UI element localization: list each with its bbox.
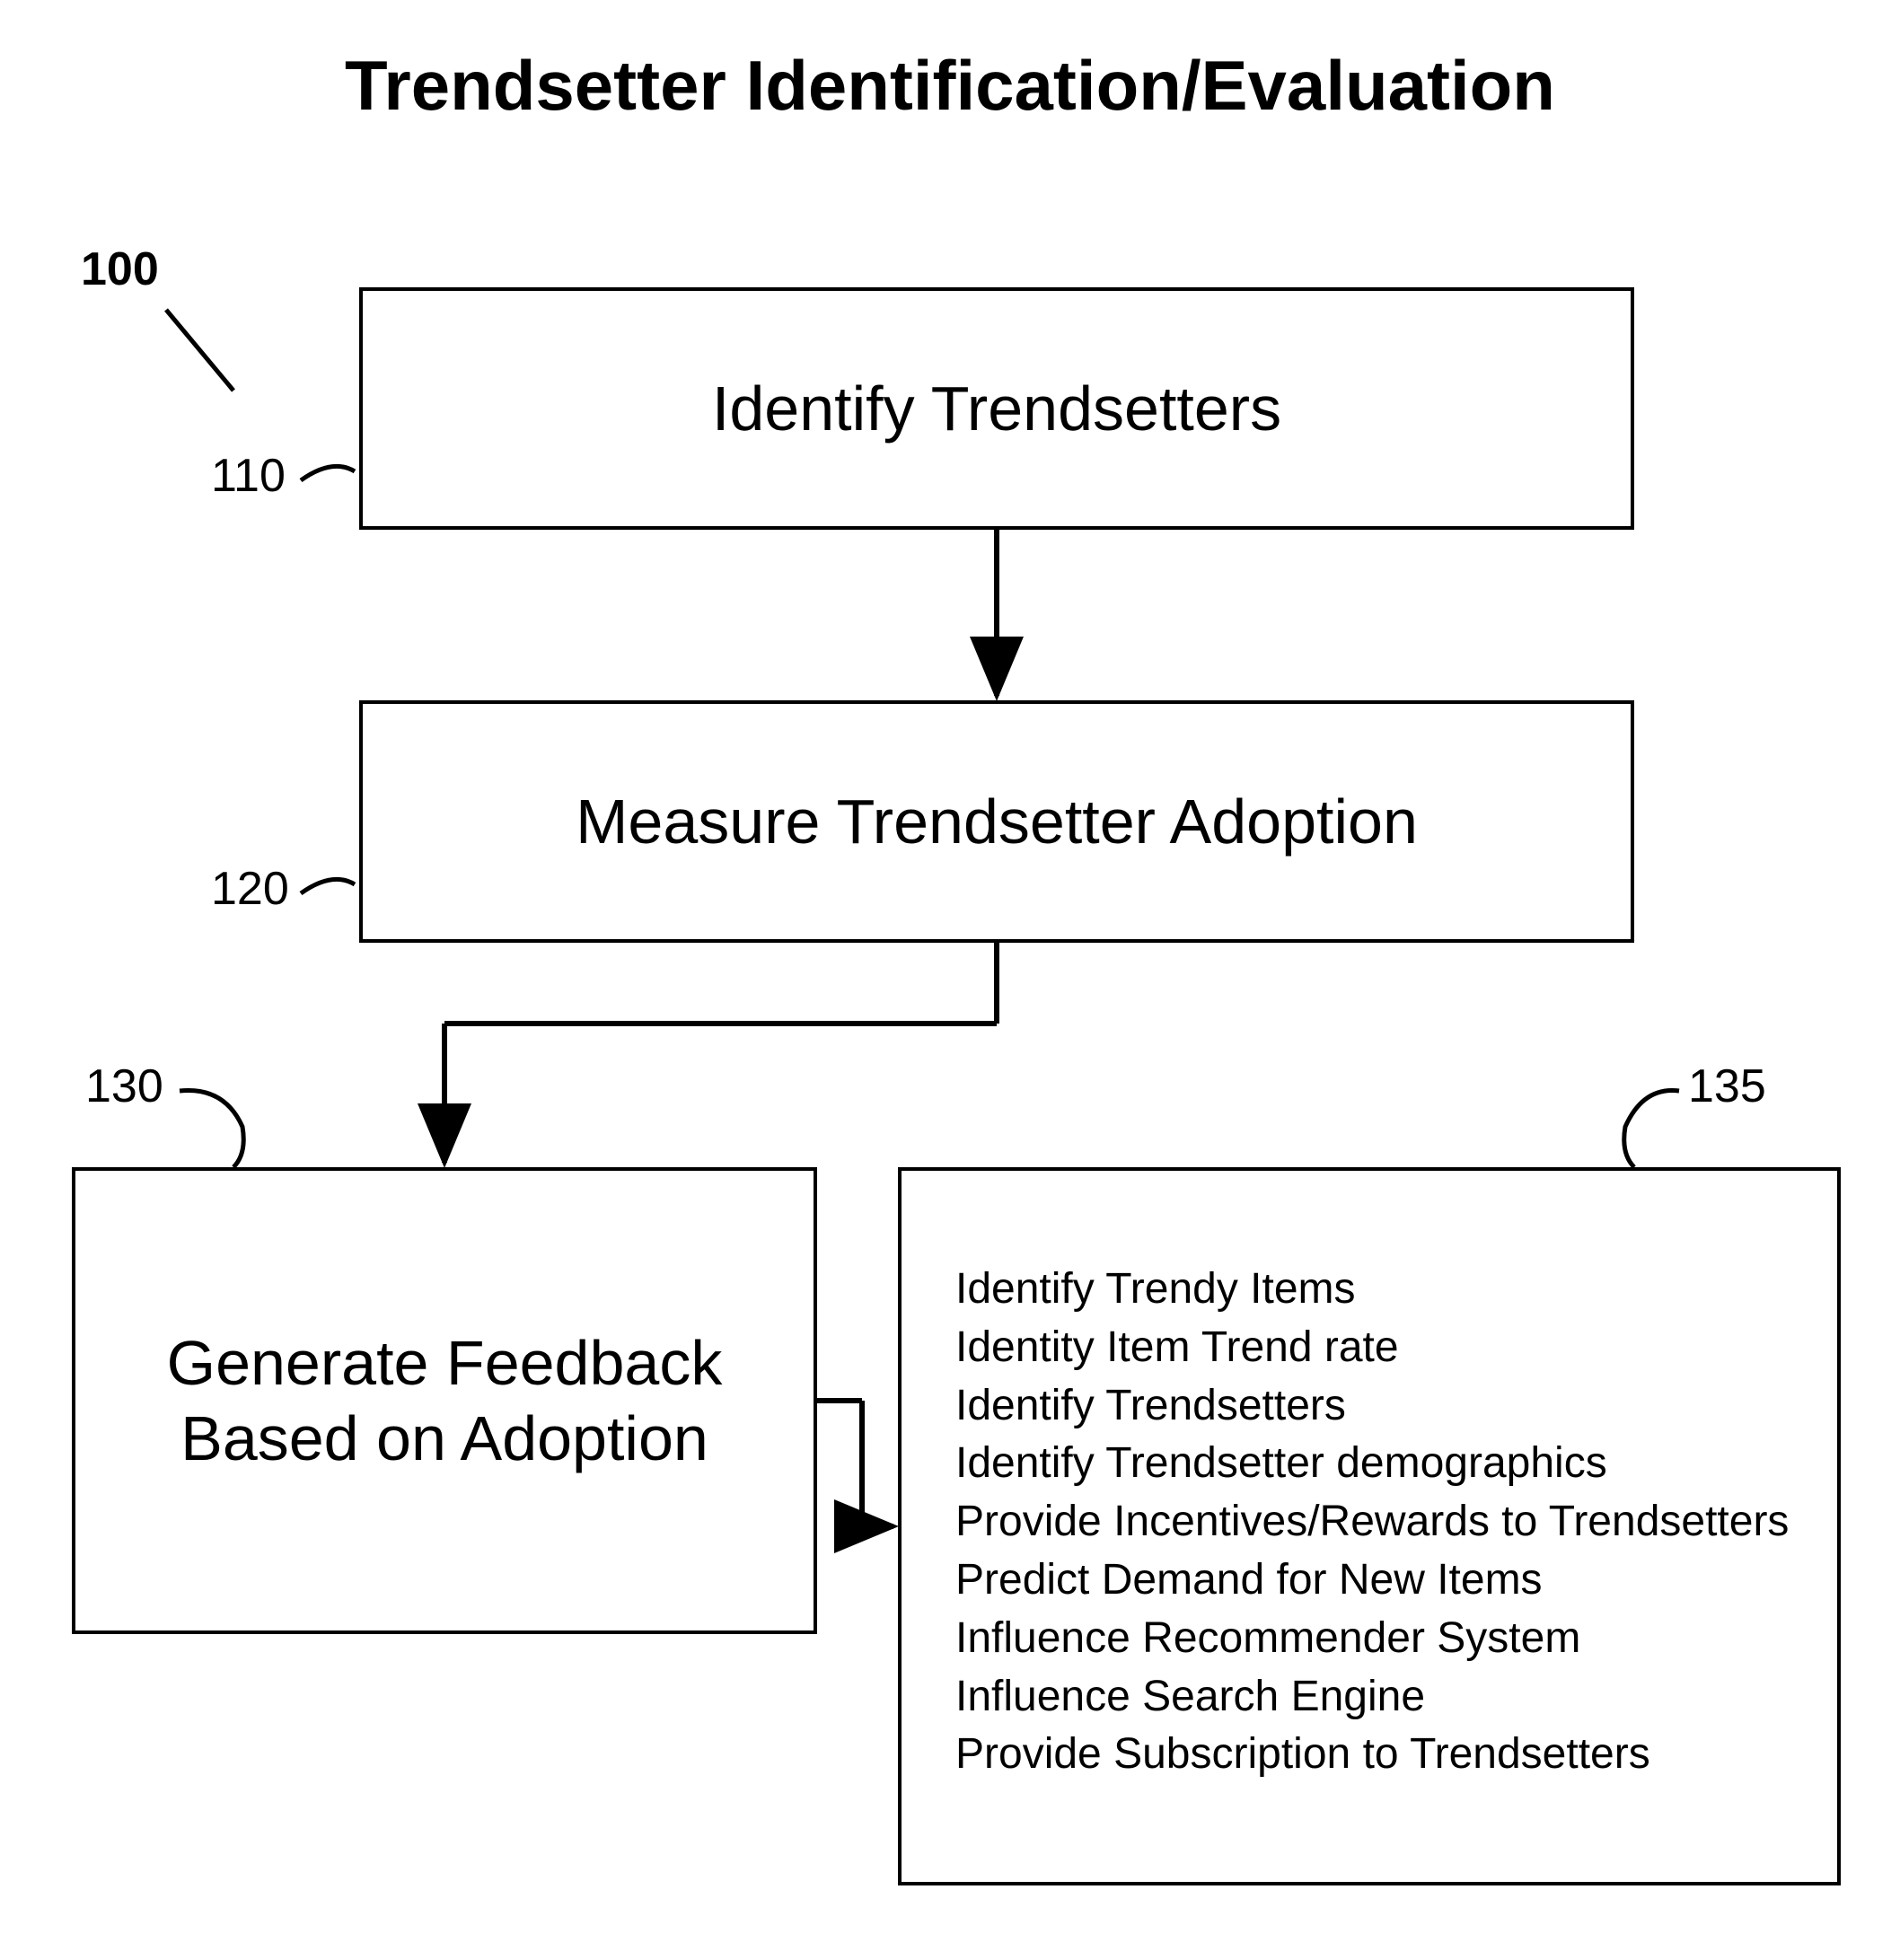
ref-120: 120 (211, 862, 289, 916)
ref-135: 135 (1688, 1059, 1766, 1113)
ref-110: 110 (211, 449, 286, 503)
list-item: Identity Item Trend rate (955, 1319, 1801, 1377)
diagram-title: Trendsetter Identification/Evaluation (0, 45, 1900, 127)
list-item: Identify Trendsetters (955, 1377, 1801, 1436)
list-item: Identify Trendsetter demographics (955, 1435, 1801, 1493)
ref-130: 130 (85, 1059, 163, 1113)
ref-100: 100 (81, 242, 159, 296)
box-identify-label: Identify Trendsetters (712, 371, 1281, 446)
box-measure-label: Measure Trendsetter Adoption (576, 784, 1418, 859)
list-item: Identify Trendy Items (955, 1261, 1801, 1319)
list-item: Predict Demand for New Items (955, 1551, 1801, 1610)
list-item: Influence Search Engine (955, 1668, 1801, 1727)
list-item: Influence Recommender System (955, 1610, 1801, 1668)
list-item: Provide Subscription to Trendsetters (955, 1726, 1801, 1784)
box-generate-feedback: Generate Feedback Based on Adoption (72, 1167, 817, 1634)
box-generate-label: Generate Feedback Based on Adoption (111, 1325, 778, 1476)
box-identify-trendsetters: Identify Trendsetters (359, 287, 1634, 530)
box-outcomes-list: Identify Trendy Items Identity Item Tren… (898, 1167, 1841, 1885)
list-item: Provide Incentives/Rewards to Trendsette… (955, 1493, 1801, 1551)
box-measure-adoption: Measure Trendsetter Adoption (359, 700, 1634, 943)
